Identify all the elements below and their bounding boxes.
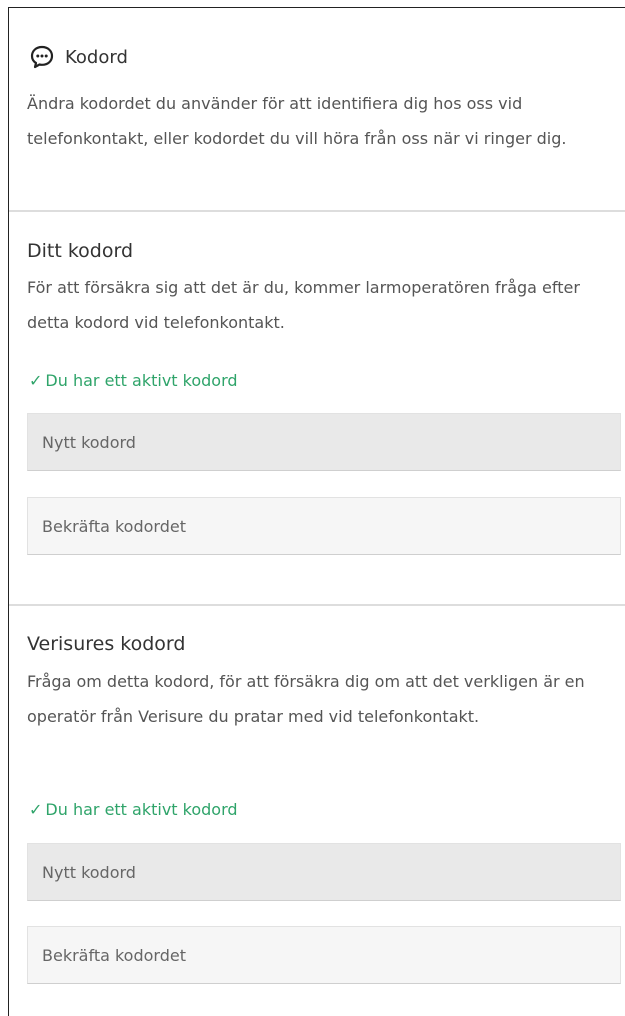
password-settings-panel: Kodord Ändra kodordet du använder för at…	[8, 7, 625, 1016]
section-description: För att försäkra sig att det är du, komm…	[27, 278, 580, 332]
new-password-input[interactable]	[27, 843, 621, 901]
new-password-input[interactable]	[27, 413, 621, 471]
intro-text: Ändra kodordet du använder för att ident…	[27, 94, 567, 148]
page-title: Kodord	[65, 46, 128, 68]
section-divider	[9, 210, 625, 212]
panel-header: Kodord	[29, 44, 128, 70]
section-title-verisures-kodord: Verisures kodord	[27, 633, 186, 655]
chat-bubble-icon	[29, 44, 55, 70]
section-description: Fråga om detta kodord, för att försäkra …	[27, 672, 585, 726]
confirm-password-input[interactable]	[27, 926, 621, 984]
checkmark-icon: ✓	[29, 800, 43, 819]
section-title-ditt-kodord: Ditt kodord	[27, 240, 134, 262]
confirm-password-input[interactable]	[27, 497, 621, 555]
status-text: Du har ett aktivt kodord	[45, 800, 238, 819]
active-password-status: ✓ Du har ett aktivt kodord	[29, 371, 238, 390]
active-password-status: ✓ Du har ett aktivt kodord	[29, 800, 238, 819]
status-text: Du har ett aktivt kodord	[45, 371, 238, 390]
section-divider	[9, 604, 625, 606]
checkmark-icon: ✓	[29, 371, 43, 390]
